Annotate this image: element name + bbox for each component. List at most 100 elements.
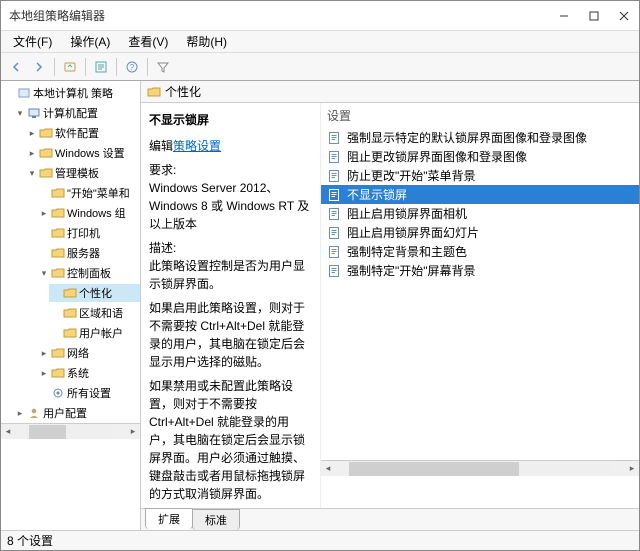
tree-user-accounts[interactable]: 用户帐户 bbox=[49, 324, 140, 342]
titlebar: 本地组策略编辑器 bbox=[1, 1, 639, 31]
requirements-label: 要求: bbox=[149, 161, 310, 179]
folder-icon bbox=[63, 286, 77, 300]
expander-icon[interactable]: ▸ bbox=[27, 148, 37, 159]
setting-item[interactable]: 阻止更改锁屏界面图像和登录图像 bbox=[321, 147, 639, 166]
setting-item[interactable]: 防止更改"开始"菜单背景 bbox=[321, 166, 639, 185]
tree-hscroll[interactable]: ◂ ▸ bbox=[1, 423, 140, 439]
expander-icon[interactable]: ▸ bbox=[39, 348, 49, 359]
user-icon bbox=[27, 406, 41, 420]
gpedit-icon bbox=[17, 86, 31, 100]
forward-button[interactable] bbox=[28, 56, 50, 78]
expander-icon[interactable]: ▸ bbox=[39, 208, 49, 219]
setting-item[interactable]: 强制显示特定的默认锁屏界面图像和登录图像 bbox=[321, 128, 639, 147]
setting-label: 强制特定"开始"屏幕背景 bbox=[347, 262, 476, 279]
tree-windows-components[interactable]: ▸ Windows 组 bbox=[37, 204, 140, 222]
window-title: 本地组策略编辑器 bbox=[9, 7, 105, 24]
setting-label: 阻止启用锁屏界面相机 bbox=[347, 205, 467, 222]
tree-server[interactable]: 服务器 bbox=[37, 244, 140, 262]
setting-label: 防止更改"开始"菜单背景 bbox=[347, 167, 476, 184]
tree-printer[interactable]: 打印机 bbox=[37, 224, 140, 242]
tab-extended[interactable]: 扩展 bbox=[145, 508, 193, 529]
view-tabs: 扩展 标准 bbox=[141, 508, 639, 530]
tree-control-panel[interactable]: ▾ 控制面板 bbox=[37, 264, 140, 282]
up-button[interactable] bbox=[59, 56, 81, 78]
setting-label: 阻止启用锁屏界面幻灯片 bbox=[347, 224, 479, 241]
edit-policy-link[interactable]: 策略设置 bbox=[173, 139, 221, 153]
filter-button[interactable] bbox=[152, 56, 174, 78]
description-para1: 如果启用此策略设置，则对于不需要按 Ctrl+Alt+Del 就能登录的用户，其… bbox=[149, 299, 310, 371]
expander-icon[interactable]: ▸ bbox=[15, 408, 25, 419]
category-header: 个性化 bbox=[141, 81, 639, 103]
status-text: 8 个设置 bbox=[7, 532, 53, 549]
description-para2: 如果禁用或未配置此策略设置，则对于不需要按 Ctrl+Alt+Del 就能登录的… bbox=[149, 377, 310, 503]
expander-icon[interactable]: ▸ bbox=[39, 368, 49, 379]
folder-icon bbox=[51, 226, 65, 240]
tree-root[interactable]: 本地计算机 策略 bbox=[3, 84, 140, 102]
setting-item[interactable]: 阻止启用锁屏界面相机 bbox=[321, 204, 639, 223]
settings-list[interactable]: 设置 强制显示特定的默认锁屏界面图像和登录图像阻止更改锁屏界面图像和登录图像防止… bbox=[321, 103, 639, 508]
tree-all-settings[interactable]: 所有设置 bbox=[37, 384, 140, 402]
expander-icon[interactable]: ▾ bbox=[27, 168, 37, 179]
minimize-button[interactable] bbox=[549, 1, 579, 31]
tab-standard[interactable]: 标准 bbox=[192, 509, 240, 530]
close-button[interactable] bbox=[609, 1, 639, 31]
svg-text:?: ? bbox=[130, 63, 135, 72]
menu-view[interactable]: 查看(V) bbox=[120, 31, 176, 52]
folder-icon bbox=[63, 326, 77, 340]
folder-icon bbox=[51, 266, 65, 280]
setting-label: 不显示锁屏 bbox=[347, 186, 407, 203]
folder-icon bbox=[39, 166, 53, 180]
toolbar: ? bbox=[1, 53, 639, 81]
tree-network[interactable]: ▸ 网络 bbox=[37, 344, 140, 362]
tree-start-menu[interactable]: "开始"菜单和 bbox=[37, 184, 140, 202]
folder-icon bbox=[51, 246, 65, 260]
description-pane: 不显示锁屏 编辑策略设置 要求: Windows Server 2012、Win… bbox=[141, 103, 321, 508]
folder-icon bbox=[51, 346, 65, 360]
description-label: 描述: bbox=[149, 239, 310, 257]
tree-system[interactable]: ▸ 系统 bbox=[37, 364, 140, 382]
tree-pane[interactable]: 本地计算机 策略 ▾ 计算机配置 ▸ 软件配置 ▸ Windows 设置 bbox=[1, 81, 141, 530]
folder-icon bbox=[51, 206, 65, 220]
policy-icon bbox=[327, 169, 341, 183]
settings-header[interactable]: 设置 bbox=[321, 103, 639, 128]
statusbar: 8 个设置 bbox=[1, 530, 639, 550]
settings-hscroll[interactable]: ◂ ▸ bbox=[321, 460, 639, 476]
setting-item[interactable]: 不显示锁屏 bbox=[321, 185, 639, 204]
content-pane: 个性化 不显示锁屏 编辑策略设置 要求: Windows Server 2012… bbox=[141, 81, 639, 530]
menu-file[interactable]: 文件(F) bbox=[5, 31, 60, 52]
policy-title: 不显示锁屏 bbox=[149, 111, 310, 129]
policy-icon bbox=[327, 226, 341, 240]
tree-software-settings[interactable]: ▸ 软件配置 bbox=[25, 124, 140, 142]
tree-user-config[interactable]: ▸ 用户配置 bbox=[13, 404, 140, 422]
category-label: 个性化 bbox=[165, 83, 201, 100]
policy-icon bbox=[327, 150, 341, 164]
computer-icon bbox=[27, 106, 41, 120]
tree-computer-config[interactable]: ▾ 计算机配置 bbox=[13, 104, 140, 122]
folder-icon bbox=[39, 126, 53, 140]
policy-icon bbox=[327, 131, 341, 145]
setting-item[interactable]: 强制特定背景和主题色 bbox=[321, 242, 639, 261]
setting-label: 强制特定背景和主题色 bbox=[347, 243, 467, 260]
tree-windows-settings[interactable]: ▸ Windows 设置 bbox=[25, 144, 140, 162]
policy-icon bbox=[327, 207, 341, 221]
policy-icon bbox=[327, 188, 341, 202]
properties-button[interactable] bbox=[90, 56, 112, 78]
setting-label: 阻止更改锁屏界面图像和登录图像 bbox=[347, 148, 527, 165]
menubar: 文件(F) 操作(A) 查看(V) 帮助(H) bbox=[1, 31, 639, 53]
main-area: 本地计算机 策略 ▾ 计算机配置 ▸ 软件配置 ▸ Windows 设置 bbox=[1, 81, 639, 530]
expander-icon[interactable]: ▸ bbox=[27, 128, 37, 139]
tree-admin-templates[interactable]: ▾ 管理模板 bbox=[25, 164, 140, 182]
expander-icon[interactable]: ▾ bbox=[15, 108, 25, 119]
maximize-button[interactable] bbox=[579, 1, 609, 31]
tree-personalization[interactable]: 个性化 bbox=[49, 284, 140, 302]
help-button[interactable]: ? bbox=[121, 56, 143, 78]
requirements-text: Windows Server 2012、Windows 8 或 Windows … bbox=[149, 179, 310, 233]
expander-icon[interactable]: ▾ bbox=[39, 268, 49, 279]
setting-item[interactable]: 阻止启用锁屏界面幻灯片 bbox=[321, 223, 639, 242]
back-button[interactable] bbox=[5, 56, 27, 78]
setting-item[interactable]: 强制特定"开始"屏幕背景 bbox=[321, 261, 639, 280]
tree-region[interactable]: 区域和语 bbox=[49, 304, 140, 322]
folder-icon bbox=[51, 186, 65, 200]
menu-help[interactable]: 帮助(H) bbox=[178, 31, 235, 52]
menu-action[interactable]: 操作(A) bbox=[62, 31, 118, 52]
